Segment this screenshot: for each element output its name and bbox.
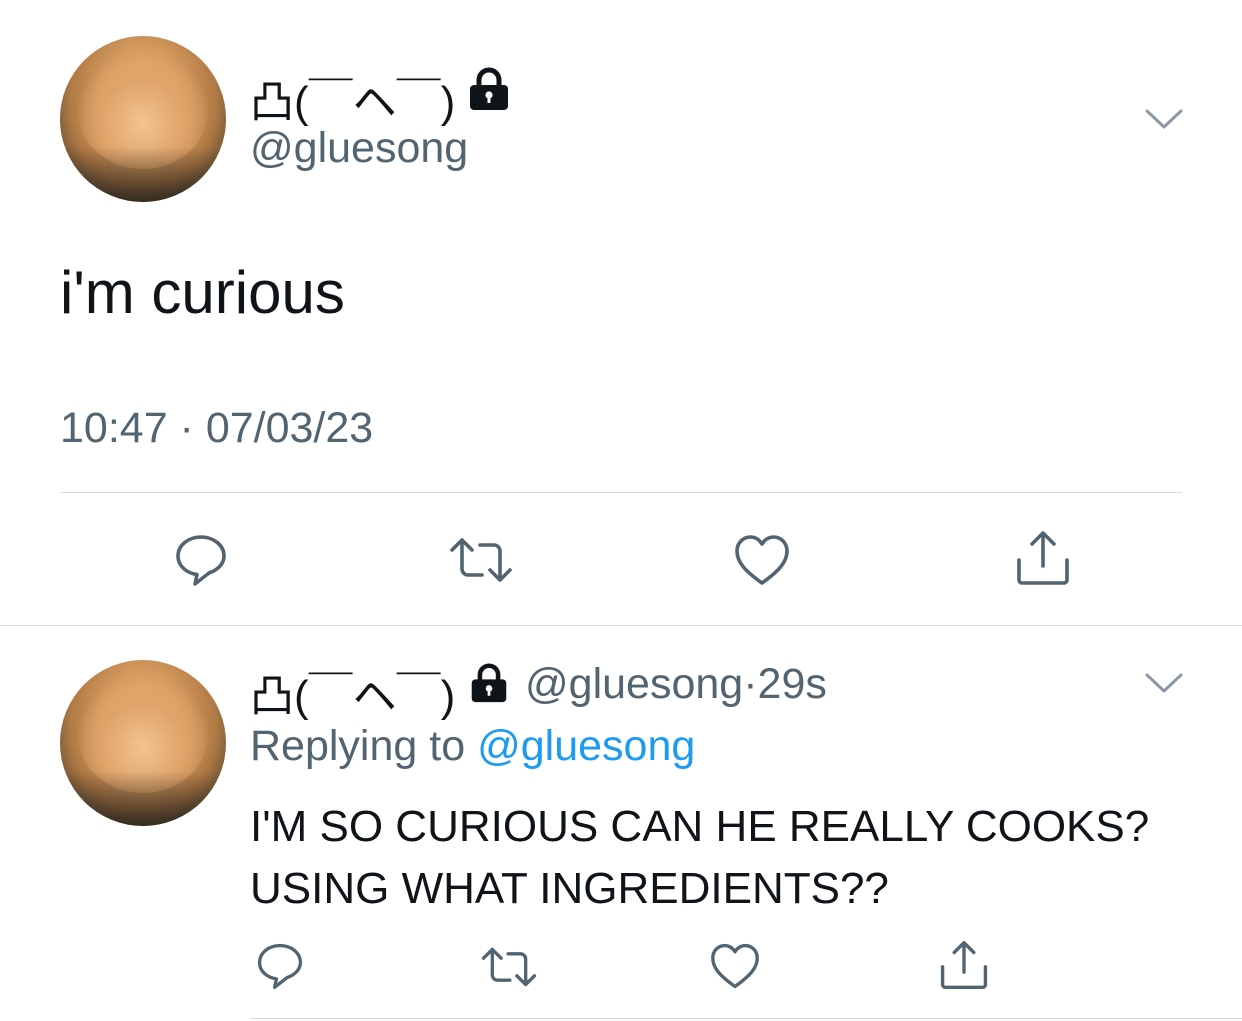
reply-age[interactable]: 29s (758, 660, 827, 708)
share-button[interactable] (936, 938, 992, 992)
replying-to: Replying to @gluesong (250, 722, 695, 771)
heart-icon (735, 535, 789, 585)
avatar[interactable] (60, 36, 226, 202)
display-name[interactable]: 凸(￣ヘ￣) (250, 66, 455, 130)
share-icon (940, 940, 988, 990)
handle[interactable]: @gluesong (250, 124, 468, 173)
heart-icon (711, 943, 759, 989)
reply-meta: @gluesong·29s (525, 660, 827, 709)
divider (0, 625, 1242, 626)
reply-avatar[interactable] (60, 660, 226, 826)
divider (60, 492, 1182, 493)
reply-text: I'M SO CURIOUS CAN HE REALLY COOKS? USIN… (250, 802, 1150, 913)
meta-separator: · (743, 660, 758, 708)
share-button[interactable] (1012, 528, 1074, 588)
share-icon (1017, 531, 1069, 585)
divider (250, 1018, 1242, 1019)
tweet-timestamp[interactable]: 10:47 · 07/03/23 (60, 404, 373, 453)
replying-mention[interactable]: @gluesong (477, 722, 695, 770)
tweet-text: i'm curious (60, 259, 345, 326)
like-button[interactable] (732, 530, 792, 590)
reply-icon (257, 943, 303, 990)
chevron-down-icon[interactable] (1144, 107, 1184, 131)
reply-icon (176, 535, 226, 586)
retweet-icon (481, 947, 537, 987)
retweet-button[interactable] (478, 942, 540, 992)
reply-display-name[interactable]: 凸(￣ヘ￣) (250, 660, 455, 724)
retweet-icon (450, 538, 512, 582)
replying-prefix: Replying to (250, 722, 478, 770)
lock-icon (471, 663, 507, 703)
retweet-button[interactable] (447, 532, 515, 588)
like-button[interactable] (708, 940, 762, 992)
reply-button[interactable] (252, 940, 308, 992)
reply-handle[interactable]: @gluesong (525, 660, 743, 708)
chevron-down-icon[interactable] (1144, 671, 1184, 695)
reply-button[interactable] (170, 530, 232, 590)
lock-icon (470, 67, 508, 110)
